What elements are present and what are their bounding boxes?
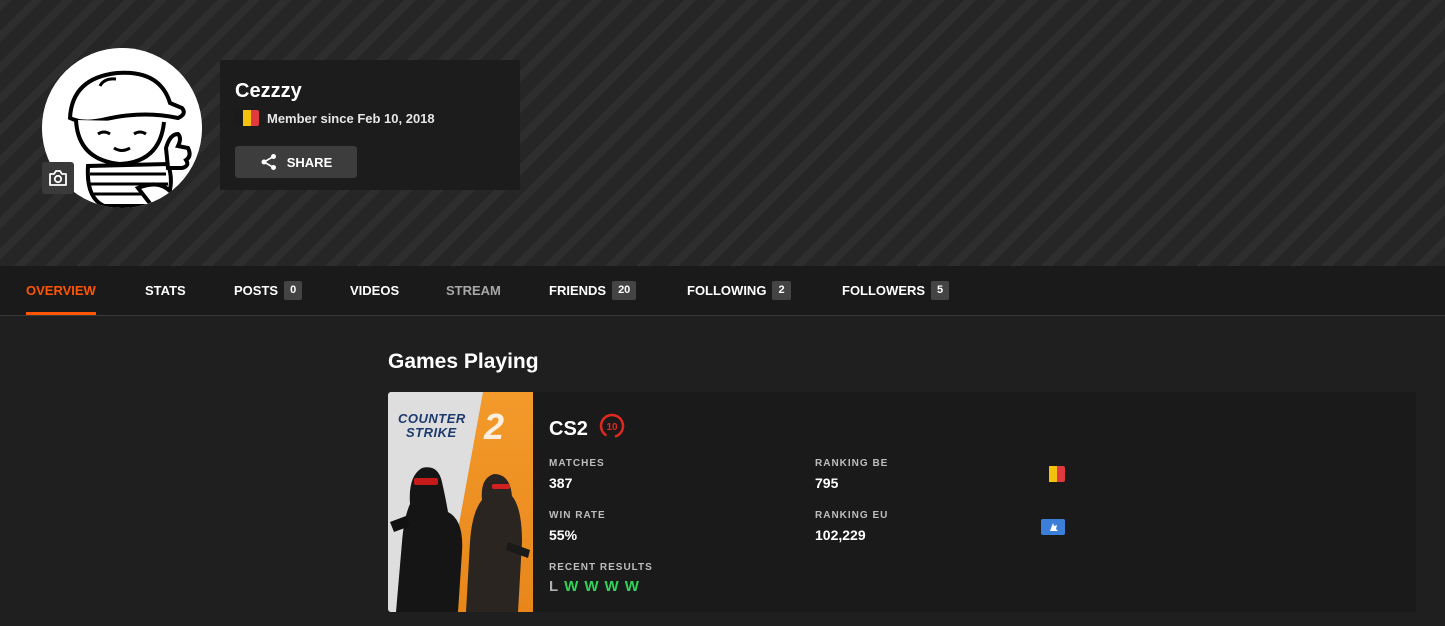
share-button[interactable]: SHARE — [235, 146, 357, 178]
win-rate-value: 55% — [549, 527, 578, 543]
profile-tabs: OVERVIEW STATS POSTS 0 VIDEOS STREAM FRI… — [0, 266, 1445, 316]
game-name-row: CS2 10 — [549, 412, 626, 446]
belgium-flag-icon — [1041, 466, 1065, 482]
tab-followers[interactable]: FOLLOWERS 5 — [842, 266, 950, 315]
result-item: W — [564, 578, 579, 595]
belgium-flag-icon — [235, 110, 259, 126]
skill-level-value: 10 — [606, 422, 618, 433]
result-item: W — [604, 578, 619, 595]
recent-results: L W W W W — [549, 578, 639, 595]
result-item: W — [624, 578, 639, 595]
game-cover-image[interactable]: COUNTER STRIKE 2 — [388, 392, 533, 612]
profile-card: Cezzzy Member since Feb 10, 2018 SHARE — [220, 60, 520, 190]
tab-label: FOLLOWERS — [842, 283, 926, 298]
matches-value: 387 — [549, 475, 573, 491]
camera-icon — [49, 170, 67, 186]
europe-region-icon — [1041, 519, 1065, 535]
recent-results-label: RECENT RESULTS — [549, 562, 653, 573]
tab-following[interactable]: FOLLOWING 2 — [687, 266, 791, 315]
tab-stream[interactable]: STREAM — [446, 266, 501, 315]
tab-label: VIDEOS — [350, 283, 400, 298]
tab-label: FRIENDS — [549, 283, 607, 298]
tab-count-badge: 5 — [931, 281, 950, 300]
change-avatar-button[interactable] — [42, 162, 74, 194]
cover-title-line2: STRIKE — [406, 425, 457, 440]
username: Cezzzy — [235, 80, 302, 102]
tab-videos[interactable]: VIDEOS — [350, 266, 399, 315]
tab-label: STATS — [145, 283, 186, 298]
tab-posts[interactable]: POSTS 0 — [234, 266, 303, 315]
tab-label: POSTS — [234, 283, 279, 298]
tab-count-badge: 2 — [772, 281, 791, 300]
win-rate-label: WIN RATE — [549, 510, 606, 521]
tab-label: OVERVIEW — [26, 283, 96, 298]
member-since-text: Member since Feb 10, 2018 — [267, 110, 435, 126]
tab-label: FOLLOWING — [687, 283, 767, 298]
cover-title-line1: COUNTER — [398, 411, 466, 426]
section-title: Games Playing — [388, 350, 539, 373]
share-label: SHARE — [286, 154, 333, 170]
ranking-region-value: 102,229 — [815, 527, 866, 543]
tab-stats[interactable]: STATS — [145, 266, 186, 315]
tab-friends[interactable]: FRIENDS 20 — [549, 266, 637, 315]
matches-label: MATCHES — [549, 458, 605, 469]
ranking-region-label: RANKING EU — [815, 510, 889, 521]
tab-overview[interactable]: OVERVIEW — [26, 266, 96, 315]
game-name: CS2 — [549, 417, 588, 440]
tab-count-badge: 20 — [612, 281, 637, 300]
ranking-country-label: RANKING BE — [815, 458, 889, 469]
tab-label: STREAM — [446, 283, 501, 298]
game-card[interactable]: COUNTER STRIKE 2 CS2 10 MATCHES 387 WIN … — [388, 392, 1416, 612]
tab-count-badge: 0 — [284, 281, 303, 300]
result-item: W — [584, 578, 599, 595]
result-item: L — [549, 578, 559, 595]
profile-banner — [0, 0, 1445, 266]
cover-number: 2 — [484, 406, 505, 447]
member-since-row: Member since Feb 10, 2018 — [235, 110, 435, 126]
share-icon — [261, 154, 276, 170]
ranking-country-value: 795 — [815, 475, 839, 491]
skill-level-badge: 10 — [598, 412, 626, 446]
